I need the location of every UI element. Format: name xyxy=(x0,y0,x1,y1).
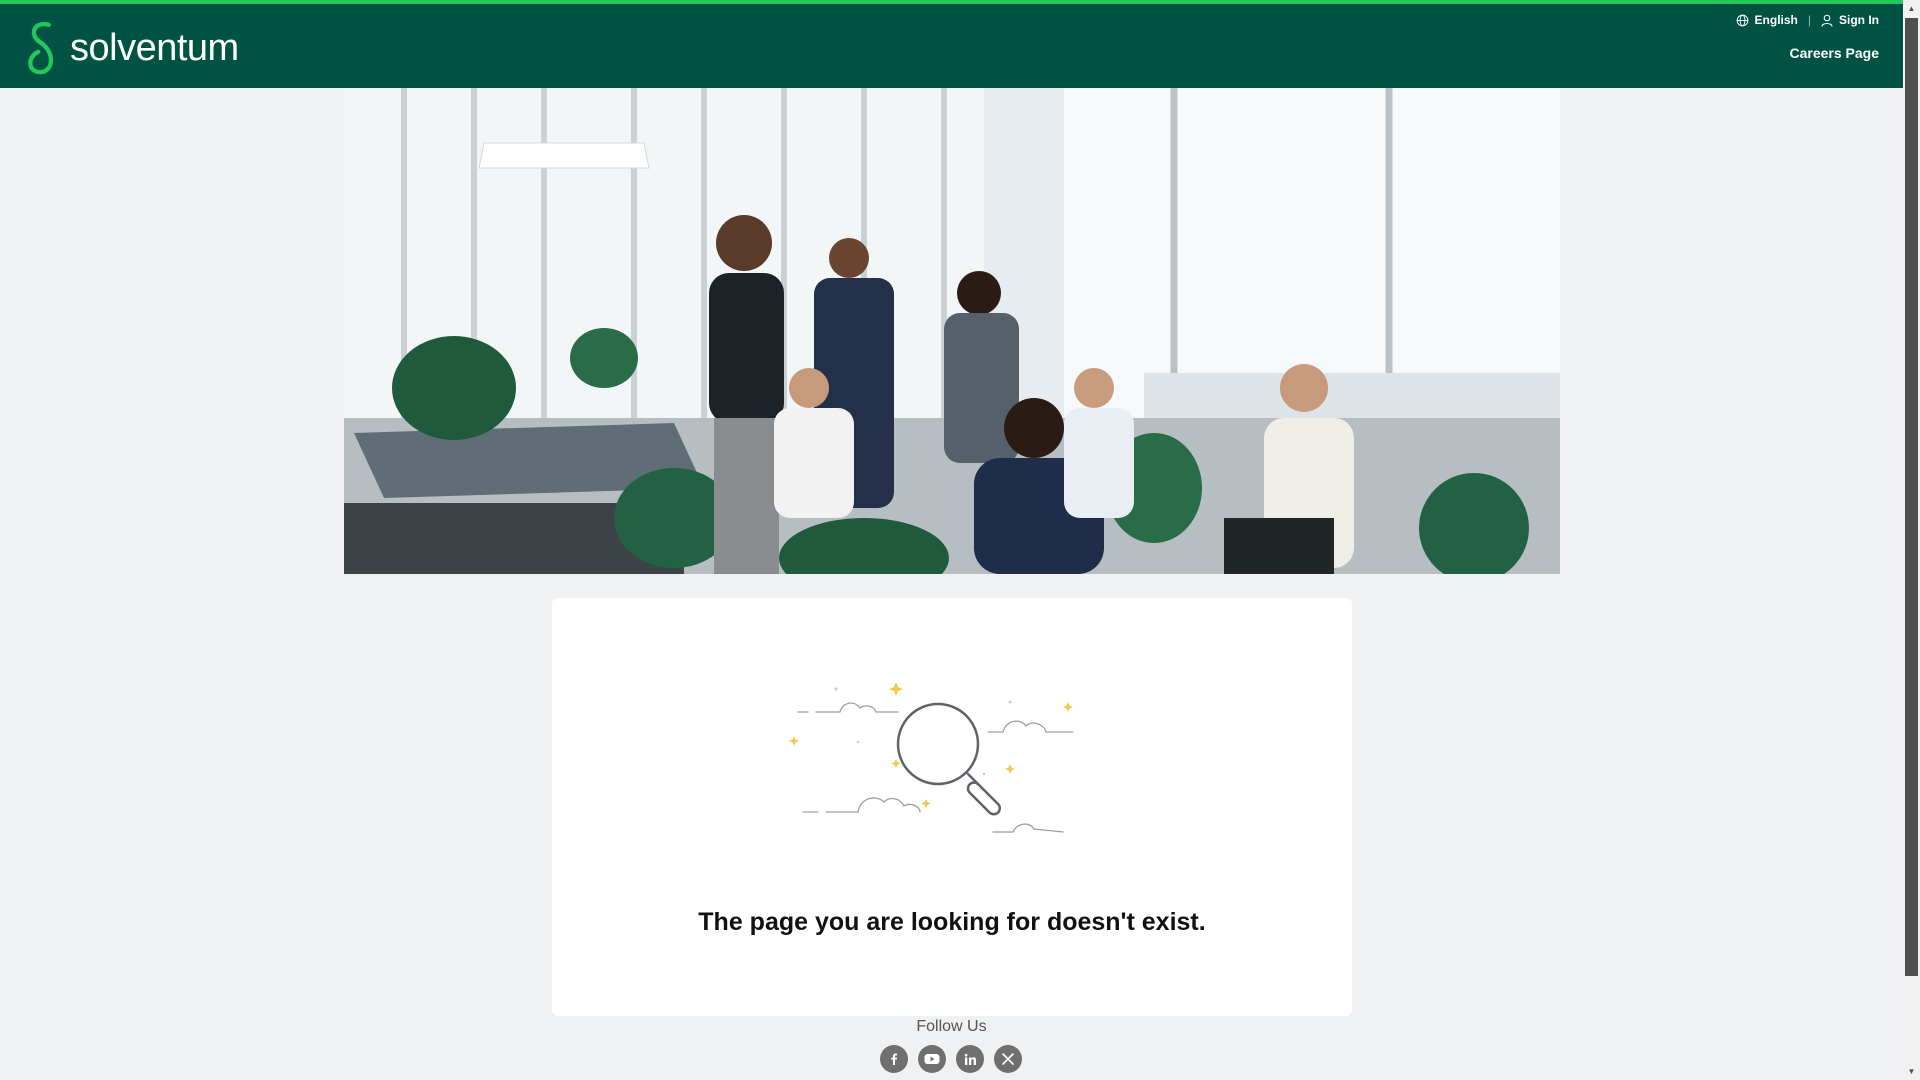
facebook-icon xyxy=(891,1053,898,1065)
office-meeting-photo xyxy=(344,88,1560,574)
facebook-link[interactable] xyxy=(880,1045,908,1073)
divider: | xyxy=(1807,13,1811,27)
error-card: The page you are looking for doesn't exi… xyxy=(552,598,1352,1016)
sign-in-link[interactable]: Sign In xyxy=(1821,13,1879,27)
scroll-down-icon[interactable]: ▼ xyxy=(1903,1063,1920,1080)
scrollbar-thumb[interactable] xyxy=(1905,18,1918,976)
user-icon xyxy=(1821,14,1833,27)
scroll-up-icon[interactable]: ▲ xyxy=(1903,0,1920,17)
globe-icon xyxy=(1736,14,1748,26)
utility-nav: English | Sign In xyxy=(1736,13,1879,27)
hero-image xyxy=(344,88,1560,574)
social-links xyxy=(880,1045,1022,1073)
careers-page-link[interactable]: Careers Page xyxy=(1789,45,1879,61)
error-message: The page you are looking for doesn't exi… xyxy=(698,908,1206,936)
page-scrollbar[interactable]: ▲ ▼ xyxy=(1903,0,1920,1080)
youtube-icon xyxy=(924,1054,940,1064)
follow-us-label: Follow Us xyxy=(916,1018,987,1035)
logo[interactable]: solventum xyxy=(22,18,239,78)
x-link[interactable] xyxy=(994,1045,1022,1073)
language-selector[interactable]: English xyxy=(1736,13,1798,27)
x-icon xyxy=(1002,1053,1014,1065)
youtube-link[interactable] xyxy=(918,1045,946,1073)
brand-name: solventum xyxy=(70,26,239,69)
linkedin-link[interactable] xyxy=(956,1045,984,1073)
language-label: English xyxy=(1754,13,1798,27)
logo-mark-icon xyxy=(28,21,54,75)
linkedin-icon xyxy=(964,1053,976,1065)
sign-in-label: Sign In xyxy=(1839,13,1879,27)
site-header: solventum English | Sign In Careers Page xyxy=(0,0,1903,88)
magnifier-search-icon xyxy=(789,682,1074,833)
